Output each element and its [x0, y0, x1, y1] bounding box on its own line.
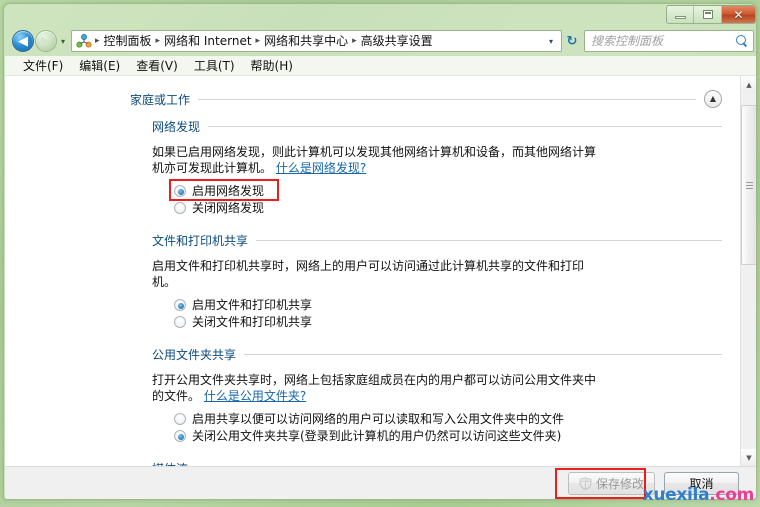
collapse-group-button[interactable]: ▲ [704, 90, 722, 108]
file-printer-sharing-radio-group: 启用文件和打印机共享 关闭文件和打印机共享 [174, 296, 722, 330]
watermark-name: xuexila [642, 485, 710, 505]
menu-bar: 文件(F) 编辑(E) 查看(V) 工具(T) 帮助(H) [5, 56, 756, 76]
close-button[interactable]: ✕ [721, 6, 755, 23]
section-description: 打开公用文件夹共享时，网络上包括家庭组成员在内的用户都可以访问公用文件夹中的文件… [152, 372, 604, 404]
section-header: 网络发现 [152, 118, 722, 135]
section-header: 文件和打印机共享 [152, 232, 722, 249]
radio-enable-network-discovery[interactable] [174, 184, 186, 197]
minimize-icon [674, 16, 686, 19]
radio-label: 关闭网络发现 [192, 201, 265, 215]
radio-row-enable-discovery[interactable]: 启用网络发现 [174, 182, 722, 199]
menu-item-file[interactable]: 文件(F) [15, 56, 71, 75]
description-text: 启用文件和打印机共享时，网络上的用户可以访问通过此计算机共享的文件和打印机。 [152, 259, 585, 289]
refresh-icon: ↻ [566, 33, 578, 49]
divider [198, 98, 696, 100]
radio-disable-network-discovery[interactable] [174, 201, 186, 214]
radio-label: 启用网络发现 [192, 184, 265, 198]
chevron-up-icon: ▲ [746, 80, 752, 89]
search-input[interactable] [589, 33, 736, 49]
section-network-discovery: 网络发现 [152, 118, 722, 135]
maximize-button[interactable] [694, 6, 722, 23]
explorer-window: ✕ ◀ ▶ ▾ ▸ 控制面板 ▸ 网络和 Internet ▸ 网络和共享中心 … [3, 3, 757, 500]
section-file-printer-sharing: 文件和打印机共享 [152, 232, 722, 249]
chevron-down-icon: ▼ [746, 453, 752, 462]
search-box[interactable] [584, 30, 754, 52]
menu-item-edit[interactable]: 编辑(E) [71, 56, 128, 75]
profile-group-header: 家庭或工作 ▲ [130, 90, 722, 108]
radio-disable-public-folder-sharing[interactable] [174, 429, 186, 442]
settings-scroll-area: 家庭或工作 ▲ 网络发现 如果已启用网络发现，则此计算机可以发现其他网络计算机和… [5, 76, 740, 466]
watermark: xuexila.com [642, 485, 755, 505]
network-discovery-radio-group: 启用网络发现 关闭网络发现 [169, 179, 722, 216]
search-icon [736, 34, 749, 48]
forward-arrow-icon: ▶ [41, 33, 51, 49]
breadcrumb-item-advanced-sharing-settings[interactable]: 高级共享设置 [358, 33, 436, 49]
radio-row-enable-public-sharing[interactable]: 启用共享以便可以访问网络的用户可以读取和写入公用文件夹中的文件 [174, 410, 722, 427]
what-is-network-discovery-link[interactable]: 什么是网络发现? [276, 161, 366, 175]
scrollbar-thumb[interactable] [741, 105, 756, 265]
section-public-folder-sharing: 公用文件夹共享 [152, 346, 722, 363]
section-description: 如果已启用网络发现，则此计算机可以发现其他网络计算机和设备，而其他网络计算机亦可… [152, 144, 604, 176]
watermark-tld: .com [709, 485, 754, 505]
what-is-public-folder-link[interactable]: 什么是公用文件夹? [204, 389, 306, 403]
save-button-label: 保存修改 [595, 477, 644, 491]
minimize-button[interactable] [667, 6, 695, 23]
refresh-button[interactable]: ↻ [562, 34, 582, 49]
window-controls: ✕ [666, 5, 756, 24]
save-button-wrapper: 保存修改 [554, 468, 655, 499]
network-share-icon [76, 33, 92, 49]
navigation-bar: ◀ ▶ ▾ ▸ 控制面板 ▸ 网络和 Internet ▸ 网络和共享中心 ▸ [4, 26, 756, 56]
section-title: 文件和打印机共享 [152, 234, 249, 248]
divider [244, 354, 722, 355]
forward-button[interactable]: ▶ [35, 30, 57, 52]
radio-disable-file-printer-sharing[interactable] [174, 315, 186, 328]
radio-label: 启用共享以便可以访问网络的用户可以读取和写入公用文件夹中的文件 [192, 412, 565, 426]
radio-label: 关闭公用文件夹共享(登录到此计算机的用户仍然可以访问这些文件夹) [192, 429, 562, 443]
title-bar: ✕ [4, 4, 756, 26]
vertical-scrollbar[interactable]: ▲ ▼ [740, 76, 756, 466]
radio-row-disable-discovery[interactable]: 关闭网络发现 [174, 199, 722, 216]
radio-enable-public-folder-sharing[interactable] [174, 412, 186, 425]
scroll-down-button[interactable]: ▼ [741, 449, 756, 466]
description-text: 如果已启用网络发现，则此计算机可以发现其他网络计算机和设备，而其他网络计算机亦可… [152, 145, 597, 175]
maximize-icon [702, 10, 713, 19]
close-icon: ✕ [733, 7, 744, 22]
radio-row-disable-public-sharing[interactable]: 关闭公用文件夹共享(登录到此计算机的用户仍然可以访问这些文件夹) [174, 427, 722, 444]
radio-label: 启用文件和打印机共享 [192, 298, 313, 312]
breadcrumb-item-control-panel[interactable]: 控制面板 [101, 33, 155, 49]
section-description: 启用文件和打印机共享时，网络上的用户可以访问通过此计算机共享的文件和打印机。 [152, 258, 604, 290]
section-header: 公用文件夹共享 [152, 346, 722, 363]
divider [256, 240, 722, 241]
profile-group-title: 家庭或工作 [130, 92, 191, 107]
address-bar[interactable]: ▸ 控制面板 ▸ 网络和 Internet ▸ 网络和共享中心 ▸ 高级共享设置… [71, 30, 562, 52]
menu-item-view[interactable]: 查看(V) [128, 56, 186, 75]
recent-locations-button[interactable]: ▾ [57, 37, 69, 46]
uac-shield-icon [579, 477, 592, 490]
breadcrumb-item-network-sharing-center[interactable]: 网络和共享中心 [261, 33, 351, 49]
scrollbar-grip-icon [745, 181, 753, 190]
radio-enable-file-printer-sharing[interactable] [174, 298, 186, 311]
section-title: 公用文件夹共享 [152, 348, 237, 362]
content-pane: 家庭或工作 ▲ 网络发现 如果已启用网络发现，则此计算机可以发现其他网络计算机和… [5, 76, 756, 466]
radio-row-disable-file-sharing[interactable]: 关闭文件和打印机共享 [174, 313, 722, 330]
chevron-up-icon: ▲ [709, 94, 717, 103]
address-dropdown-chevron-icon[interactable]: ▾ [543, 37, 559, 46]
public-folder-radio-group: 启用共享以便可以访问网络的用户可以读取和写入公用文件夹中的文件 关闭公用文件夹共… [174, 410, 722, 444]
menu-item-help[interactable]: 帮助(H) [243, 56, 301, 75]
section-title: 网络发现 [152, 120, 201, 134]
chevron-down-icon: ▾ [60, 36, 65, 46]
menu-item-tools[interactable]: 工具(T) [186, 56, 243, 75]
back-button[interactable]: ◀ [12, 30, 34, 52]
back-arrow-icon: ◀ [18, 33, 28, 49]
divider [208, 126, 722, 127]
scroll-up-button[interactable]: ▲ [741, 76, 756, 93]
breadcrumb-item-network-internet[interactable]: 网络和 Internet [161, 33, 254, 49]
radio-label: 关闭文件和打印机共享 [192, 315, 313, 329]
radio-row-enable-file-sharing[interactable]: 启用文件和打印机共享 [174, 296, 722, 313]
